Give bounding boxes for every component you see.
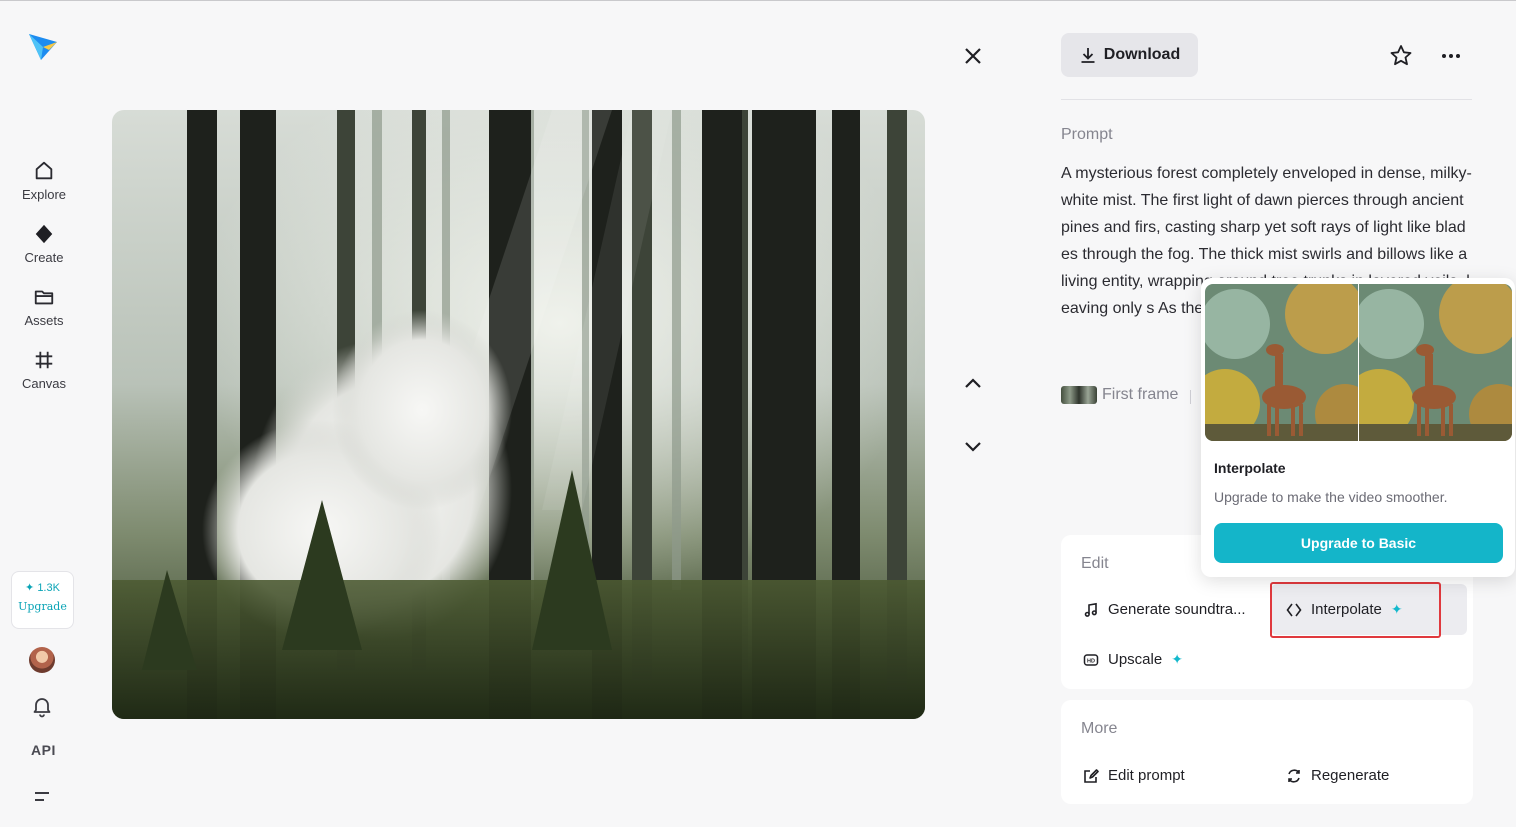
- regenerate-label: Regenerate: [1311, 767, 1390, 784]
- more-options-icon[interactable]: [1437, 42, 1465, 70]
- credits-value: 1.3K: [37, 582, 60, 594]
- first-frame-label: First frame: [1102, 386, 1179, 403]
- popover-description: Upgrade to make the video smoother.: [1214, 489, 1448, 505]
- more-title: More: [1081, 720, 1118, 737]
- first-frame-thumbnail: [1061, 386, 1097, 404]
- download-button[interactable]: Download: [1061, 33, 1198, 77]
- left-sidebar: Explore Create Assets Canvas ✦ 1.3K Upgr…: [0, 0, 88, 827]
- diamond-icon: [35, 224, 53, 244]
- nav-assets-label: Assets: [24, 313, 64, 328]
- app-logo[interactable]: [27, 30, 59, 62]
- grid-frame-icon: [35, 351, 53, 369]
- media-preview[interactable]: [112, 110, 925, 719]
- download-label: Download: [1103, 46, 1181, 63]
- panel-divider: [1061, 99, 1472, 100]
- giraffe-image-after: [1359, 284, 1512, 441]
- interpolate-highlight: [1270, 582, 1441, 638]
- giraffe-image-before: [1205, 284, 1358, 441]
- edit-icon: [1084, 768, 1099, 783]
- regenerate-button[interactable]: Regenerate: [1286, 767, 1389, 784]
- top-border: [0, 0, 1516, 1]
- nav-canvas[interactable]: Canvas: [14, 349, 74, 393]
- forest-video-frame: [112, 110, 925, 719]
- first-frame[interactable]: First frame: [1061, 386, 1178, 404]
- nav-create-label: Create: [24, 250, 64, 265]
- sparkle-icon: ✦: [1171, 651, 1183, 667]
- edit-title: Edit: [1081, 555, 1109, 572]
- home-icon: [35, 161, 53, 180]
- menu-icon[interactable]: [30, 785, 54, 809]
- star-icon[interactable]: [1387, 42, 1415, 70]
- regenerate-icon: [1288, 768, 1300, 783]
- svg-text:HD: HD: [1087, 658, 1095, 664]
- avatar[interactable]: [29, 647, 55, 673]
- hd-icon: HD: [1083, 653, 1099, 666]
- edit-prompt-label: Edit prompt: [1108, 767, 1185, 784]
- prompt-title: Prompt: [1061, 126, 1113, 143]
- nav-create[interactable]: Create: [14, 223, 74, 267]
- nav-explore-label: Explore: [21, 187, 67, 202]
- upscale-button[interactable]: HD Upscale ✦: [1083, 651, 1183, 668]
- folder-icon: [34, 290, 54, 305]
- download-icon: [1081, 48, 1095, 63]
- more-card: More: [1061, 700, 1473, 804]
- upgrade-card[interactable]: ✦ 1.3K Upgrade: [11, 571, 74, 629]
- nav-canvas-label: Canvas: [21, 376, 67, 391]
- chevron-down-icon[interactable]: [959, 433, 987, 461]
- after-preview-image: [1359, 284, 1512, 441]
- popover-title: Interpolate: [1214, 460, 1286, 476]
- upscale-label: Upscale: [1108, 651, 1163, 668]
- api-link[interactable]: API: [31, 742, 56, 758]
- nav-explore[interactable]: Explore: [14, 160, 74, 204]
- chevron-up-icon[interactable]: [959, 369, 987, 397]
- interpolate-popover: Interpolate Upgrade to make the video sm…: [1201, 278, 1515, 577]
- music-note-icon: [1084, 602, 1097, 617]
- upgrade-to-basic-button[interactable]: Upgrade to Basic: [1214, 523, 1503, 563]
- close-icon[interactable]: [959, 42, 987, 70]
- edit-prompt-button[interactable]: Edit prompt: [1083, 767, 1185, 784]
- credits-count: ✦ 1.3K: [25, 582, 60, 594]
- nav-assets[interactable]: Assets: [14, 286, 74, 330]
- first-frame-separator: [1190, 390, 1191, 404]
- generate-soundtrack-label: Generate soundtra...: [1108, 601, 1246, 618]
- before-preview-image: [1205, 284, 1358, 441]
- generate-soundtrack-button[interactable]: Generate soundtra...: [1083, 601, 1246, 618]
- bell-icon[interactable]: [30, 694, 54, 718]
- upgrade-label: Upgrade: [18, 600, 67, 613]
